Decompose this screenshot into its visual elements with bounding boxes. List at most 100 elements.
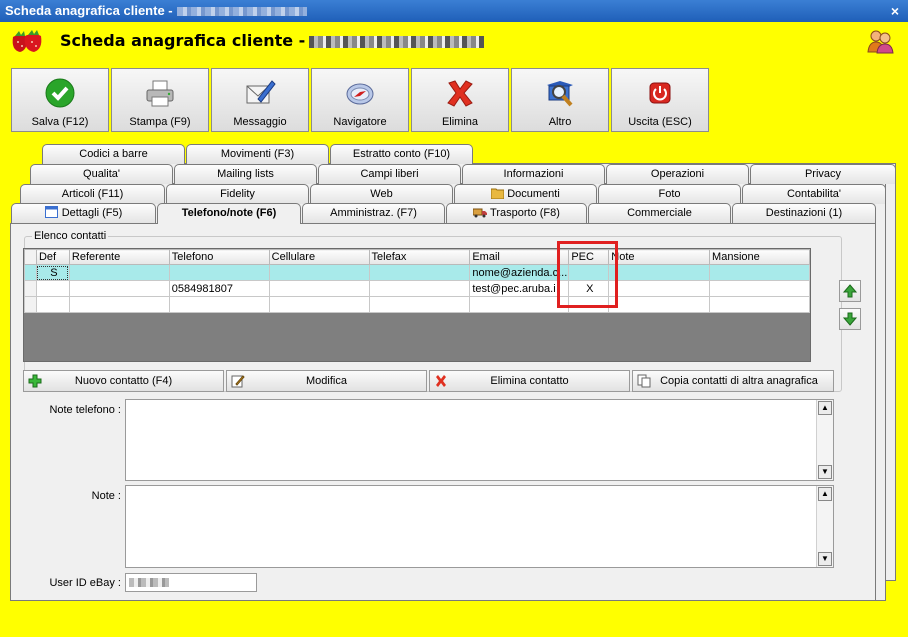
tab-fidelity[interactable]: Fidelity	[166, 184, 309, 204]
column-header-note[interactable]: Note	[608, 249, 711, 265]
redacted-customer-name	[309, 35, 485, 48]
column-header-cellulare[interactable]: Cellulare	[268, 249, 370, 265]
cell-telefono[interactable]	[168, 264, 270, 281]
print-button[interactable]: Stampa (F9)	[111, 68, 209, 132]
cell-telefono[interactable]	[168, 296, 270, 313]
cell-email[interactable]: test@pec.aruba.i	[469, 280, 570, 297]
cell-def[interactable]	[35, 296, 70, 313]
other-button[interactable]: Altro	[511, 68, 609, 132]
users-icon[interactable]	[866, 28, 894, 54]
row-header[interactable]	[24, 296, 37, 313]
cell-telefax[interactable]	[368, 296, 471, 313]
note-scrollbar[interactable]: ▲ ▼	[816, 486, 833, 567]
tab-operazioni[interactable]: Operazioni	[606, 164, 749, 184]
table-row[interactable]	[24, 296, 810, 313]
tab-documenti[interactable]: Documenti	[454, 184, 597, 204]
column-header-email[interactable]: Email	[469, 249, 570, 265]
save-button[interactable]: Salva (F12)	[11, 68, 109, 132]
move-down-button[interactable]	[839, 308, 861, 330]
move-up-button[interactable]	[839, 280, 861, 302]
tab-mailing-lists[interactable]: Mailing lists	[174, 164, 317, 184]
tab-campi-liberi[interactable]: Campi liberi	[318, 164, 461, 184]
print-label: Stampa (F9)	[129, 116, 191, 128]
tab-telefono-note[interactable]: Telefono/note (F6)	[157, 203, 301, 224]
scroll-up-icon[interactable]: ▲	[818, 487, 832, 501]
tab-dettagli[interactable]: Dettagli (F5)	[11, 203, 156, 223]
strawberry-logo-icon	[12, 30, 42, 52]
tab-foto[interactable]: Foto	[598, 184, 741, 204]
row-header[interactable]	[24, 264, 37, 281]
tab-contabilita[interactable]: Contabilita'	[742, 184, 886, 204]
tab-privacy[interactable]: Privacy	[750, 164, 896, 184]
scroll-up-icon[interactable]: ▲	[818, 401, 832, 415]
redacted-customer-name	[176, 7, 307, 17]
cell-def[interactable]: S	[35, 264, 70, 281]
cell-def[interactable]	[35, 280, 70, 297]
cell-referente[interactable]	[68, 264, 170, 281]
cell-mansione[interactable]	[709, 264, 810, 281]
cell-mansione[interactable]	[709, 280, 810, 297]
red-x-icon	[436, 375, 446, 387]
exit-button[interactable]: Uscita (ESC)	[611, 68, 709, 132]
cell-mansione[interactable]	[709, 296, 810, 313]
cell-telefono[interactable]: 0584981807	[168, 280, 270, 297]
truck-icon	[472, 208, 488, 218]
row-header[interactable]	[24, 280, 37, 297]
tab-articoli[interactable]: Articoli (F11)	[20, 184, 165, 204]
tab-informazioni[interactable]: Informazioni	[462, 164, 605, 184]
column-header-pec[interactable]: PEC	[568, 249, 610, 265]
cell-note[interactable]	[608, 280, 711, 297]
edit-contact-button[interactable]: Modifica	[226, 370, 427, 392]
scroll-down-icon[interactable]: ▼	[818, 465, 832, 479]
column-header-telefax[interactable]: Telefax	[368, 249, 471, 265]
copy-contacts-button[interactable]: Copia contatti di altra anagrafica	[632, 370, 834, 392]
delete-label: Elimina	[441, 116, 479, 128]
tab-trasporto-label: Trasporto (F8)	[490, 207, 560, 219]
tab-web[interactable]: Web	[310, 184, 453, 204]
message-button[interactable]: Messaggio	[211, 68, 309, 132]
column-header-referente[interactable]: Referente	[68, 249, 170, 265]
cell-cellulare[interactable]	[268, 264, 370, 281]
note-telefono-textarea[interactable]: ▲ ▼	[125, 399, 834, 481]
cell-referente[interactable]	[68, 280, 170, 297]
folder-icon	[490, 188, 505, 200]
delete-contact-label: Elimina contatto	[490, 375, 569, 387]
note-textarea[interactable]: ▲ ▼	[125, 485, 834, 568]
cell-telefax[interactable]	[368, 280, 471, 297]
table-row[interactable]: S nome@azienda.c...	[24, 264, 810, 281]
cell-telefax[interactable]	[368, 264, 471, 281]
tab-commerciale[interactable]: Commerciale	[588, 203, 731, 223]
cell-note[interactable]	[608, 296, 711, 313]
cell-email[interactable]	[469, 296, 570, 313]
ebay-id-input[interactable]	[125, 573, 257, 592]
cell-note[interactable]	[608, 264, 711, 281]
cell-pec[interactable]: X	[568, 280, 610, 297]
column-header-def[interactable]: Def	[35, 249, 70, 265]
tab-destinazioni[interactable]: Destinazioni (1)	[732, 203, 876, 223]
delete-contact-button[interactable]: Elimina contatto	[429, 370, 630, 392]
cell-referente[interactable]	[68, 296, 170, 313]
tab-trasporto[interactable]: Trasporto (F8)	[446, 203, 587, 223]
table-row[interactable]: 0584981807 test@pec.aruba.i X	[24, 280, 810, 297]
tab-amministraz[interactable]: Amministraz. (F7)	[302, 203, 445, 223]
new-contact-button[interactable]: Nuovo contatto (F4)	[23, 370, 224, 392]
cell-pec[interactable]	[568, 296, 610, 313]
cell-pec[interactable]	[568, 264, 610, 281]
column-header-mansione[interactable]: Mansione	[709, 249, 810, 265]
tab-qualita[interactable]: Qualita'	[30, 164, 173, 184]
tab-codici-a-barre[interactable]: Codici a barre	[42, 144, 185, 164]
navigator-button[interactable]: Navigatore	[311, 68, 409, 132]
note-telefono-scrollbar[interactable]: ▲ ▼	[816, 400, 833, 480]
cell-cellulare[interactable]	[268, 296, 370, 313]
column-header-telefono[interactable]: Telefono	[168, 249, 270, 265]
tab-movimenti[interactable]: Movimenti (F3)	[186, 144, 329, 164]
cell-cellulare[interactable]	[268, 280, 370, 297]
arrow-down-icon	[842, 312, 858, 326]
contacts-grid[interactable]: Def Referente Telefono Cellulare Telefax…	[23, 248, 811, 362]
tab-estratto-conto[interactable]: Estratto conto (F10)	[330, 144, 473, 164]
scroll-down-icon[interactable]: ▼	[818, 552, 832, 566]
delete-button[interactable]: Elimina	[411, 68, 509, 132]
cell-email[interactable]: nome@azienda.c...	[469, 264, 570, 281]
close-button[interactable]: ×	[888, 0, 902, 22]
window-form-icon	[44, 206, 58, 218]
